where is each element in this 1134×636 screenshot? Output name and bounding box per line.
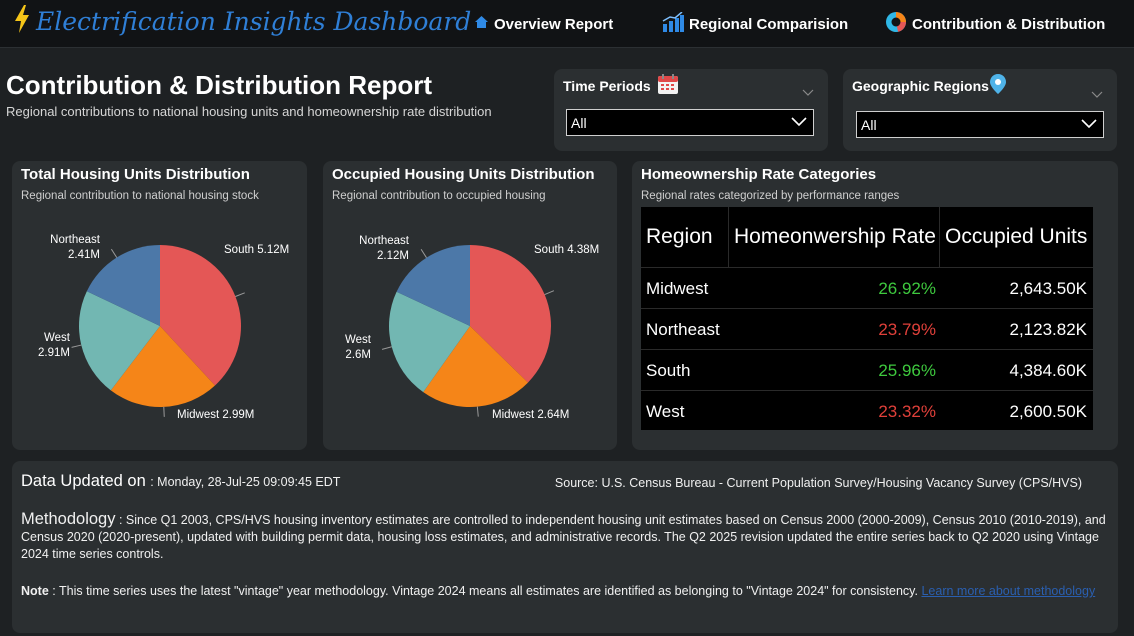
top-bar: Electrification Insights Dashboard Overv…: [0, 0, 1134, 48]
pie-chart-icon: [885, 11, 912, 37]
leader-line-south: [235, 292, 245, 297]
nav-regional-comparison[interactable]: Regional Comparision: [662, 0, 848, 48]
bar-chart-icon: [662, 11, 689, 36]
leader-line-west: [381, 346, 392, 350]
filter-collapse-icon[interactable]: [802, 89, 814, 100]
methodology-paragraph: Methodology : Since Q1 2003, CPS/HVS hou…: [21, 511, 1111, 563]
nav-overview-report[interactable]: Overview Report: [474, 0, 613, 48]
note-label: Note: [21, 584, 49, 598]
calendar-icon: [657, 73, 679, 98]
home-icon: [474, 15, 494, 33]
chevron-down-icon: [1081, 116, 1097, 133]
column-header-units[interactable]: Occupied Units: [945, 207, 1087, 267]
leader-line-northeast: [420, 248, 427, 258]
lightning-icon: [12, 4, 32, 39]
filter-collapse-icon[interactable]: [1091, 91, 1103, 102]
nav-regional-label: Regional Comparision: [689, 15, 849, 33]
filter-label-region: Geographic Regions: [852, 77, 989, 94]
time-period-select[interactable]: All: [566, 109, 814, 136]
pie-label-midwest: Midwest 2.99M: [177, 409, 255, 421]
nav-contribution-distribution[interactable]: Contribution & Distribution: [885, 0, 1105, 48]
cell-units: 4,384.60K: [1009, 360, 1087, 380]
note-text: : This time series uses the latest "vint…: [52, 584, 918, 598]
cell-region: Northeast: [646, 319, 720, 339]
note-paragraph: Note : This time series uses the latest …: [21, 583, 1111, 600]
geographic-region-filter: Geographic Regions All: [843, 69, 1117, 151]
table-row[interactable]: West 23.32% 2,600.50K: [641, 390, 1093, 431]
nav-contribution-label: Contribution & Distribution: [912, 15, 1106, 33]
pie-label-midwest: Midwest 2.64M: [492, 409, 570, 421]
occupied-housing-card: Occupied Housing Units Distribution Regi…: [323, 161, 617, 450]
updated-value: : Monday, 28-Jul-25 09:09:45 EDT: [150, 475, 341, 489]
pie-label-northeast: Northeast 2.41M: [50, 234, 100, 261]
updated-label: Data Updated on: [21, 472, 146, 490]
homeownership-table: Region Homeonwership Rate Occupied Units…: [641, 207, 1093, 430]
cell-units: 2,600.50K: [1009, 401, 1087, 421]
table-row[interactable]: Northeast 23.79% 2,123.82K: [641, 308, 1093, 349]
column-header-rate[interactable]: Homeonwership Rate: [734, 207, 936, 267]
pie-label-west: West 2.6M: [345, 334, 371, 361]
time-period-value: All: [571, 114, 587, 131]
time-period-filter: Time Periods All: [554, 69, 828, 151]
geographic-region-value: All: [861, 116, 877, 133]
leader-line-west: [71, 344, 82, 348]
total-housing-card: Total Housing Units Distribution Regiona…: [12, 161, 307, 450]
leader-line-midwest: [476, 406, 479, 417]
occupied-housing-pie[interactable]: [323, 161, 617, 450]
map-pin-icon: [989, 73, 1007, 98]
card-subtitle: Regional rates categorized by performanc…: [641, 190, 900, 202]
nav-overview-label: Overview Report: [494, 15, 614, 33]
cell-rate: 25.96%: [878, 360, 936, 380]
pie-label-west: West 2.91M: [38, 332, 70, 359]
cell-region: West: [646, 401, 685, 421]
methodology-label: Methodology: [21, 510, 116, 528]
leader-line-northeast: [110, 248, 118, 258]
source-text: Source: U.S. Census Bureau - Current Pop…: [554, 476, 1082, 490]
cell-rate: 23.32%: [878, 401, 936, 421]
page-subtitle: Regional contributions to national housi…: [6, 104, 492, 119]
cell-rate: 23.79%: [878, 319, 936, 339]
methodology-link[interactable]: Learn more about methodology: [921, 584, 1095, 598]
table-row[interactable]: Midwest 26.92% 2,643.50K: [641, 267, 1093, 308]
methodology-text: : Since Q1 2003, CPS/HVS housing invento…: [21, 513, 1106, 561]
pie-label-south: South 4.38M: [534, 244, 600, 256]
app-title: Electrification Insights Dashboard: [36, 7, 472, 36]
cell-rate: 26.92%: [878, 278, 936, 298]
cell-units: 2,643.50K: [1009, 278, 1087, 298]
geographic-region-select[interactable]: All: [856, 111, 1104, 138]
cell-region: Midwest: [646, 278, 709, 298]
filter-label-time: Time Periods: [563, 77, 651, 94]
leader-line-south: [544, 290, 555, 296]
column-header-region[interactable]: Region: [646, 207, 713, 267]
pie-label-south: South 5.12M: [224, 244, 290, 256]
card-title: Homeownership Rate Categories: [641, 166, 877, 183]
cell-units: 2,123.82K: [1009, 319, 1087, 339]
total-housing-pie[interactable]: [12, 161, 307, 450]
footer-info-panel: Data Updated on : Monday, 28-Jul-25 09:0…: [12, 461, 1118, 633]
chevron-down-icon: [791, 114, 807, 131]
cell-region: South: [646, 360, 691, 380]
pie-label-northeast: Northeast 2.12M: [359, 235, 409, 262]
homeownership-card: Homeownership Rate Categories Regional r…: [632, 161, 1118, 450]
page-title: Contribution & Distribution Report: [6, 70, 433, 100]
table-row[interactable]: South 25.96% 4,384.60K: [641, 349, 1093, 390]
brand: Electrification Insights Dashboard: [12, 4, 471, 39]
